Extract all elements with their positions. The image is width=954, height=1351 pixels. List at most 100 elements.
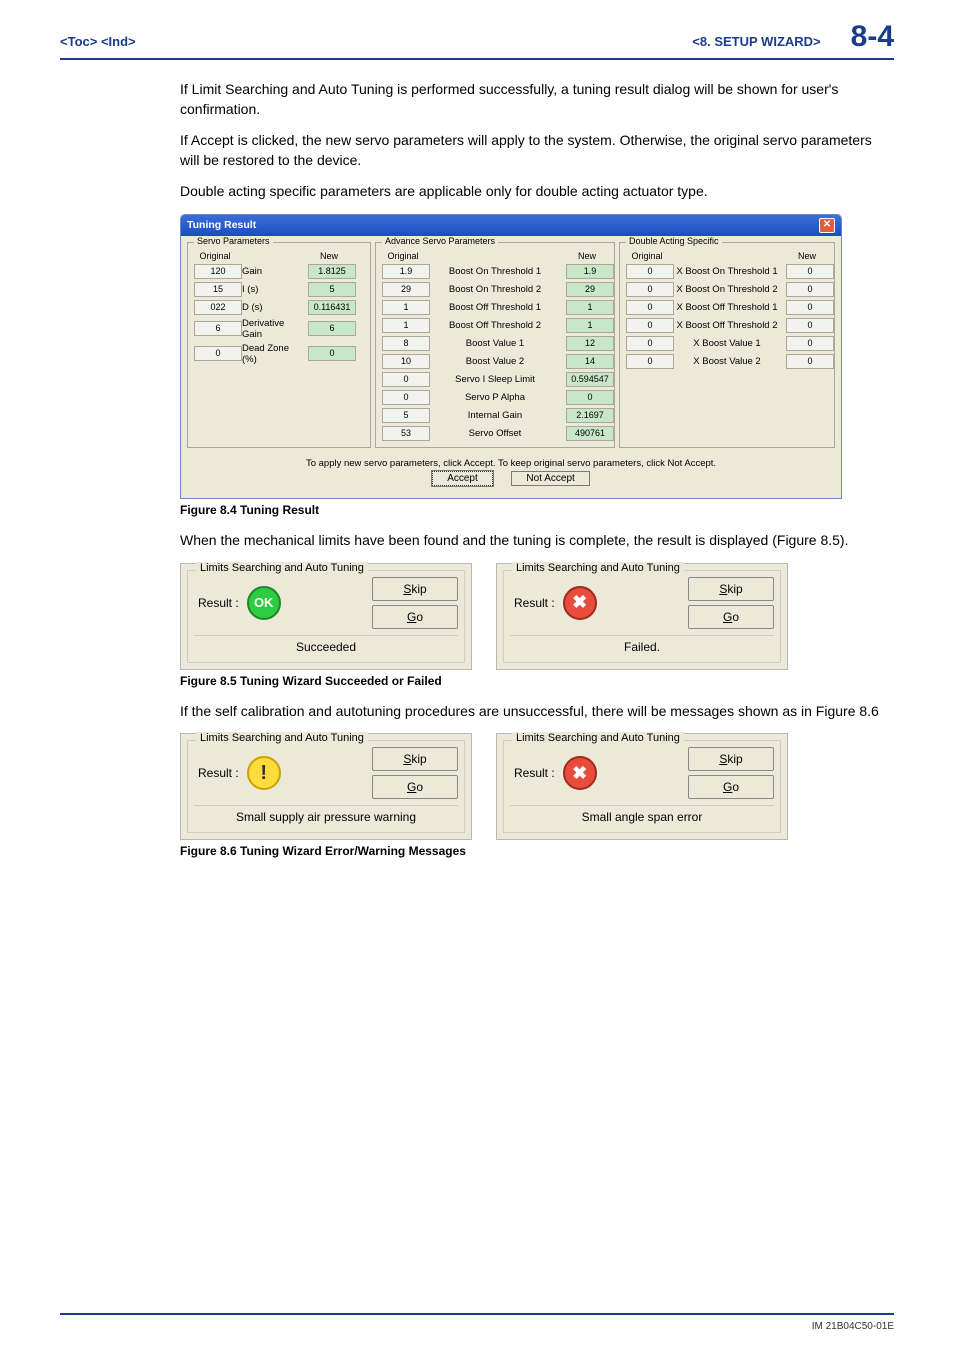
go-button[interactable]: Go xyxy=(372,775,458,799)
adv-orig: 1 xyxy=(382,300,430,315)
col-new: New xyxy=(566,251,608,261)
paragraph: If the self calibration and autotuning p… xyxy=(180,702,894,722)
d-orig: 022 xyxy=(194,300,242,315)
status-panel-warning: Limits Searching and Auto Tuning Result … xyxy=(180,733,472,840)
close-icon[interactable]: ✕ xyxy=(819,218,835,233)
group-title: Servo Parameters xyxy=(194,236,273,246)
adv-new: 14 xyxy=(566,354,614,369)
dbl-orig: 0 xyxy=(626,318,674,333)
adv-new: 1.9 xyxy=(566,264,614,279)
dead-orig: 0 xyxy=(194,346,242,361)
col-original: Original xyxy=(626,251,668,261)
dbl-new: 0 xyxy=(786,264,834,279)
group-title: Limits Searching and Auto Tuning xyxy=(512,562,684,574)
deriv-label: Derivative Gain xyxy=(242,318,302,340)
d-new: 0.116431 xyxy=(308,300,356,315)
dbl-label: X Boost On Threshold 1 xyxy=(674,266,780,277)
accept-button[interactable]: Accept xyxy=(432,471,493,486)
dead-new: 0 xyxy=(308,346,356,361)
gain-new: 1.8125 xyxy=(308,264,356,279)
page-footer: IM 21B04C50-01E xyxy=(60,1313,894,1332)
result-label: Result : xyxy=(514,596,555,610)
tuning-result-dialog: Tuning Result ✕ Servo Parameters Origina… xyxy=(180,214,842,499)
servo-parameters-group: Servo Parameters Original New 120 Gain 1… xyxy=(187,242,371,448)
adv-new: 0 xyxy=(566,390,614,405)
adv-new: 2.1697 xyxy=(566,408,614,423)
adv-new: 1 xyxy=(566,318,614,333)
adv-orig: 0 xyxy=(382,390,430,405)
not-accept-button[interactable]: Not Accept xyxy=(511,471,589,486)
adv-label: Boost Off Threshold 1 xyxy=(430,302,560,313)
result-label: Result : xyxy=(514,766,555,780)
paragraph: When the mechanical limits have been fou… xyxy=(180,531,894,551)
result-label: Result : xyxy=(198,596,239,610)
dbl-label: X Boost Value 1 xyxy=(674,338,780,349)
dbl-new: 0 xyxy=(786,318,834,333)
page-header: <Toc> <Ind> <8. SETUP WIZARD> 8-4 xyxy=(60,20,894,60)
status-panel-error: Limits Searching and Auto Tuning Result … xyxy=(496,733,788,840)
adv-orig: 1 xyxy=(382,318,430,333)
paragraph: Double acting specific parameters are ap… xyxy=(180,182,894,202)
skip-button[interactable]: Skip xyxy=(372,747,458,771)
adv-label: Boost On Threshold 1 xyxy=(430,266,560,277)
result-label: Result : xyxy=(198,766,239,780)
status-message: Failed. xyxy=(510,635,774,656)
go-button[interactable]: Go xyxy=(688,605,774,629)
dbl-label: X Boost Value 2 xyxy=(674,356,780,367)
adv-label: Boost On Threshold 2 xyxy=(430,284,560,295)
i-new: 5 xyxy=(308,282,356,297)
status-message: Succeeded xyxy=(194,635,458,656)
status-message: Small supply air pressure warning xyxy=(194,805,458,826)
go-button[interactable]: Go xyxy=(372,605,458,629)
adv-label: Boost Value 1 xyxy=(430,338,560,349)
dialog-title: Tuning Result xyxy=(187,219,256,231)
adv-orig: 1.9 xyxy=(382,264,430,279)
adv-label: Internal Gain xyxy=(430,410,560,421)
figure-caption: Figure 8.5 Tuning Wizard Succeeded or Fa… xyxy=(180,674,894,688)
adv-new: 29 xyxy=(566,282,614,297)
status-panel-succeeded: Limits Searching and Auto Tuning Result … xyxy=(180,563,472,670)
group-title: Advance Servo Parameters xyxy=(382,236,498,246)
dbl-label: X Boost On Threshold 2 xyxy=(674,284,780,295)
group-title: Limits Searching and Auto Tuning xyxy=(196,562,368,574)
dialog-title-bar: Tuning Result ✕ xyxy=(181,215,841,236)
dead-label: Dead Zone (%) xyxy=(242,343,302,365)
dbl-new: 0 xyxy=(786,336,834,351)
skip-button[interactable]: Skip xyxy=(688,577,774,601)
double-acting-group: Double Acting Specific Original New 0 X … xyxy=(619,242,835,448)
i-orig: 15 xyxy=(194,282,242,297)
error-icon: ✖ xyxy=(563,756,597,790)
adv-orig: 53 xyxy=(382,426,430,441)
group-title: Double Acting Specific xyxy=(626,236,722,246)
adv-new: 0.594547 xyxy=(566,372,614,387)
col-original: Original xyxy=(194,251,236,261)
gain-label: Gain xyxy=(242,266,302,277)
dbl-orig: 0 xyxy=(626,264,674,279)
dbl-orig: 0 xyxy=(626,300,674,315)
paragraph: If Limit Searching and Auto Tuning is pe… xyxy=(180,80,894,119)
i-label: I (s) xyxy=(242,284,302,295)
go-button[interactable]: Go xyxy=(688,775,774,799)
group-title: Limits Searching and Auto Tuning xyxy=(512,732,684,744)
group-title: Limits Searching and Auto Tuning xyxy=(196,732,368,744)
col-original: Original xyxy=(382,251,424,261)
skip-button[interactable]: Skip xyxy=(688,747,774,771)
adv-orig: 0 xyxy=(382,372,430,387)
page-number: 8-4 xyxy=(851,20,894,54)
ok-icon: OK xyxy=(247,586,281,620)
dbl-label: X Boost Off Threshold 2 xyxy=(674,320,780,331)
status-message: Small angle span error xyxy=(510,805,774,826)
adv-orig: 29 xyxy=(382,282,430,297)
adv-label: Boost Value 2 xyxy=(430,356,560,367)
figure-caption: Figure 8.6 Tuning Wizard Error/Warning M… xyxy=(180,844,894,858)
header-toc-ind[interactable]: <Toc> <Ind> xyxy=(60,34,136,49)
header-section: <8. SETUP WIZARD> xyxy=(692,34,820,49)
dbl-label: X Boost Off Threshold 1 xyxy=(674,302,780,313)
adv-new: 12 xyxy=(566,336,614,351)
skip-button[interactable]: Skip xyxy=(372,577,458,601)
status-panel-failed: Limits Searching and Auto Tuning Result … xyxy=(496,563,788,670)
col-new: New xyxy=(308,251,350,261)
figure-caption: Figure 8.4 Tuning Result xyxy=(180,503,894,517)
adv-orig: 10 xyxy=(382,354,430,369)
adv-label: Boost Off Threshold 2 xyxy=(430,320,560,331)
